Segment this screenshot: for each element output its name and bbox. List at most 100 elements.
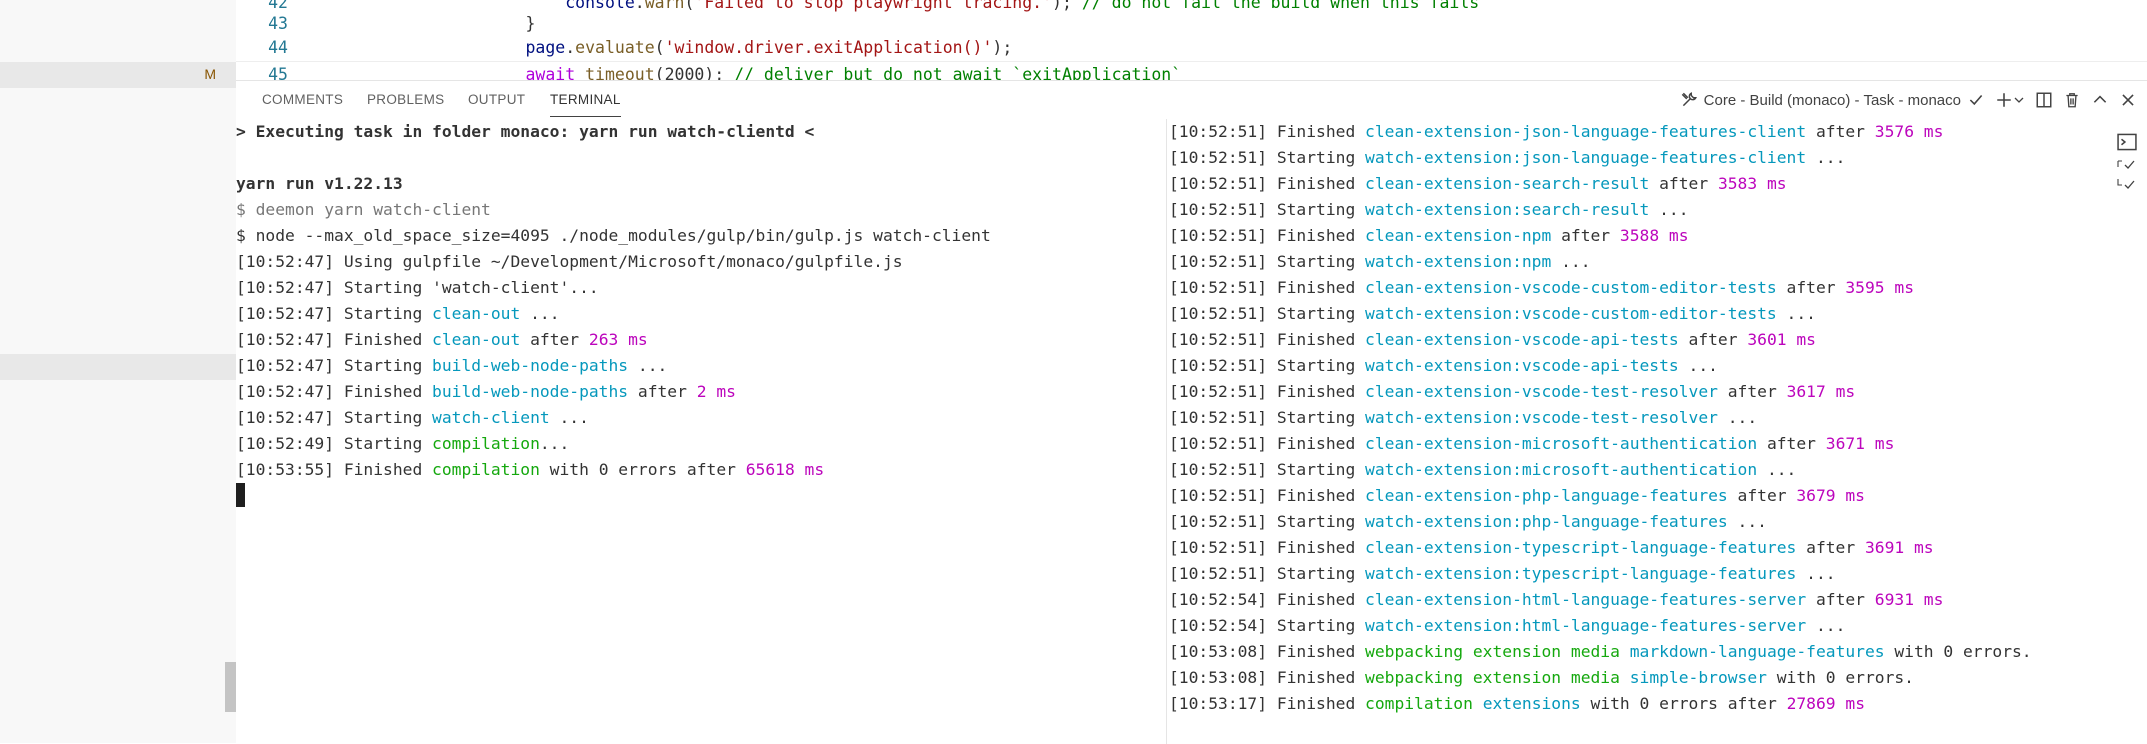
text-segment: [10:52:51] Finished [1169, 538, 1366, 557]
text-segment: // deliver but do not await `exitApplica… [734, 65, 1182, 80]
text-segment: clean-extension-npm [1365, 226, 1552, 245]
text-segment: ... [1649, 200, 1689, 219]
text-segment: with 0 errors after [539, 460, 746, 479]
text-segment: > Executing task in folder monaco: yarn … [236, 122, 815, 141]
terminal-pane-left[interactable]: > Executing task in folder monaco: yarn … [236, 119, 1161, 509]
task-check-icon[interactable] [2116, 177, 2138, 199]
tab-output[interactable]: OUTPUT [468, 81, 525, 119]
task-check-icon[interactable] [2116, 157, 2138, 179]
terminal-line: [10:52:54] Starting watch-extension:html… [1169, 613, 2094, 639]
text-segment: ... [1717, 408, 1758, 427]
text-segment: $ deemon yarn watch-client [236, 200, 491, 219]
text-segment: ... [1776, 304, 1816, 323]
text-segment: [10:52:54] Finished [1169, 590, 1366, 609]
text-segment: 27869 ms [1786, 694, 1865, 713]
text-segment: clean-extension-search-result [1365, 174, 1650, 193]
text-segment: [10:53:55] Finished [236, 460, 433, 479]
explorer-sidebar: M [0, 0, 236, 743]
text-segment: watch-extension:search-result [1365, 200, 1650, 219]
text-segment: yarn run v1.22.13 [236, 174, 403, 193]
text-segment [1620, 668, 1630, 687]
text-segment: after [1757, 434, 1826, 453]
terminal-line: [10:52:47] Starting build-web-node-paths… [236, 353, 1161, 379]
terminal-line: $ node --max_old_space_size=4095 ./node_… [236, 223, 1161, 249]
text-segment [1473, 694, 1483, 713]
text-segment: with 0 errors. [1884, 642, 2032, 661]
text-segment: clean-extension-html-language-features-s… [1365, 590, 1807, 609]
task-selector[interactable]: Core - Build (monaco) - Task - monaco [1680, 91, 1985, 109]
text-segment: [10:53:17] Finished [1169, 694, 1366, 713]
code-text: page.evaluate('window.driver.exitApplica… [446, 35, 1012, 61]
text-segment: clean-extension-json-language-features-c… [1365, 122, 1807, 141]
maximize-panel-button[interactable] [2091, 91, 2109, 109]
close-icon [2122, 94, 2134, 106]
text-segment: compilation [1365, 694, 1473, 713]
text-segment: watch-extension:typescript-language-feat… [1365, 564, 1797, 583]
terminal-line: [10:52:51] Starting watch-extension:php-… [1169, 509, 2094, 535]
text-segment: build-web-node-paths [432, 382, 629, 401]
tab-terminal[interactable]: TERMINAL [550, 81, 621, 119]
text-segment: [10:52:51] Starting [1169, 148, 1366, 167]
text-segment: [10:52:51] Finished [1169, 434, 1366, 453]
text-segment: after [520, 330, 589, 349]
line-number: 44 [268, 38, 288, 57]
text-segment: watch-extension:microsoft-authentication [1365, 460, 1758, 479]
editor-line[interactable]: 45 await timeout(2000); // deliver but d… [236, 61, 2147, 80]
text-segment: after [1551, 226, 1620, 245]
text-segment: clean-out [432, 330, 521, 349]
code-text: } [446, 11, 535, 37]
text-segment: clean-extension-vscode-custom-editor-tes… [1365, 278, 1777, 297]
terminal-icon[interactable] [2116, 131, 2138, 153]
terminal-line: [10:52:51] Starting watch-extension:vsco… [1169, 301, 2094, 327]
terminal-line: [10:52:51] Starting watch-extension:vsco… [1169, 405, 2094, 431]
new-terminal-button[interactable] [1995, 91, 2025, 109]
terminal-pane-right[interactable]: [10:52:51] Finished clean-extension-json… [1166, 119, 2094, 744]
text-segment: timeout [585, 65, 655, 80]
text-segment: extensions [1482, 694, 1581, 713]
text-segment: watch-extension:json-language-features-c… [1365, 148, 1807, 167]
text-segment: after [628, 382, 697, 401]
text-segment: . [565, 38, 576, 57]
hovered-row[interactable] [0, 354, 236, 380]
terminal-line: [10:53:17] Finished compilation extensio… [1169, 691, 2094, 717]
text-segment: [10:52:51] Starting [1169, 304, 1366, 323]
text-segment: ... [1551, 252, 1591, 271]
close-panel-button[interactable] [2119, 91, 2137, 109]
terminal-line: [10:53:08] Finished webpacking extension… [1169, 665, 2094, 691]
text-segment: after [1776, 278, 1846, 297]
code-editor[interactable]: 42 console.warn('Failed to stop playwrig… [236, 0, 2147, 80]
text-segment: after [1796, 538, 1865, 557]
sidebar-scrollbar[interactable] [225, 662, 236, 712]
editor-line[interactable]: 44 page.evaluate('window.driver.exitAppl… [236, 35, 2147, 61]
modified-badge: M [204, 66, 216, 82]
text-segment: [10:52:47] Finished [236, 330, 433, 349]
split-terminal-button[interactable] [2035, 91, 2053, 109]
text-segment: [10:52:51] Finished [1169, 226, 1366, 245]
text-segment: evaluate [575, 38, 655, 57]
text-segment: after [1806, 590, 1875, 609]
text-segment: [10:52:51] Starting [1169, 460, 1366, 479]
terminal-line: yarn run v1.22.13 [236, 171, 1161, 197]
text-segment: page [525, 38, 566, 57]
trash-icon [2066, 93, 2078, 108]
terminal-line: [10:52:51] Finished clean-extension-json… [1169, 119, 2094, 145]
code-text: await timeout(2000); // deliver but do n… [446, 62, 1181, 80]
kill-terminal-button[interactable] [2063, 91, 2081, 109]
text-segment: 6931 ms [1874, 590, 1944, 609]
task-label: Core - Build (monaco) - Task - monaco [1703, 91, 1961, 109]
text-segment: ... [539, 434, 570, 453]
text-segment: simple-browser [1629, 668, 1767, 687]
text-segment: [10:52:47] Starting [236, 356, 433, 375]
selected-file-row[interactable] [0, 62, 236, 88]
text-segment: } [525, 14, 536, 33]
text-segment: clean-extension-vscode-test-resolver [1365, 382, 1718, 401]
text-segment: [10:52:51] Finished [1169, 174, 1366, 193]
tools-icon [1681, 92, 1697, 107]
chevron-up-icon [2093, 95, 2107, 103]
text-segment: watch-extension:npm [1365, 252, 1552, 271]
editor-line[interactable]: 43 } [236, 11, 2147, 37]
tab-problems[interactable]: PROBLEMS [367, 81, 444, 119]
tab-comments[interactable]: COMMENTS [262, 81, 343, 119]
text-segment: 3691 ms [1864, 538, 1934, 557]
